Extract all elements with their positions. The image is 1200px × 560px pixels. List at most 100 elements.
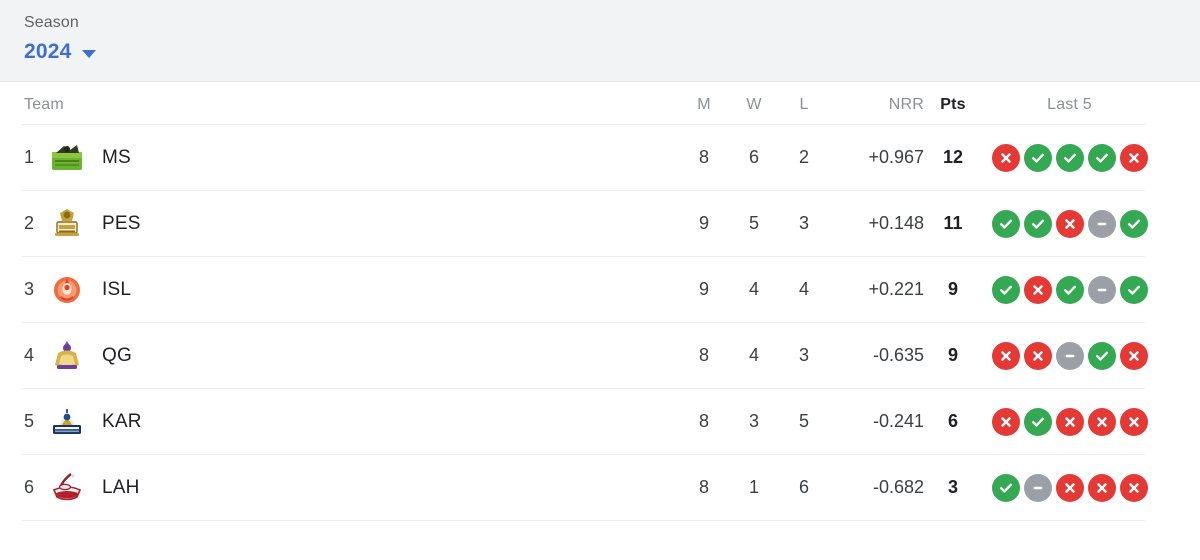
nrr-cell: -0.635 <box>872 345 924 365</box>
team-rank: 1 <box>24 147 35 167</box>
last5-win-icon <box>991 209 1020 238</box>
column-header-nrr: NRR <box>888 96 924 113</box>
losses-cell: 3 <box>798 213 809 233</box>
table-row[interactable]: 4 QG 8 4 3 -0.635 9 <box>0 323 1200 388</box>
column-header-wins: W <box>746 96 762 113</box>
table-row[interactable]: 2 PES 9 5 3 +0.148 11 <box>0 191 1200 256</box>
wins-cell: 3 <box>748 411 759 431</box>
matches-cell: 8 <box>698 345 709 365</box>
team-name: PES <box>102 212 141 234</box>
team-rank: 5 <box>24 411 35 431</box>
points-cell: 12 <box>942 147 964 167</box>
team-name: MS <box>102 146 131 168</box>
matches-cell: 8 <box>698 411 709 431</box>
kar-logo-icon <box>50 405 84 439</box>
last5-loss-icon <box>1087 473 1116 502</box>
last5-loss-icon <box>1055 407 1084 436</box>
row-divider <box>22 520 1145 521</box>
column-header-last5-cell: Last 5 <box>982 96 1157 114</box>
points-cell: 9 <box>947 345 958 365</box>
nrr-cell: -0.682 <box>872 477 924 497</box>
last5-win-icon <box>1055 143 1084 172</box>
last5-no-result-icon <box>1087 275 1116 304</box>
column-header-matches: M <box>697 96 711 113</box>
last5-win-icon <box>991 275 1020 304</box>
column-header-team: Team <box>24 96 64 113</box>
last5-cell <box>982 143 1157 172</box>
last5-win-icon <box>1023 143 1052 172</box>
pes-logo-icon <box>50 207 84 241</box>
wins-cell: 4 <box>748 345 759 365</box>
team-cell: 6 LAH <box>24 471 679 505</box>
last5-loss-icon <box>1023 341 1052 370</box>
nrr-cell: +0.967 <box>868 147 924 167</box>
nrr-cell: -0.241 <box>872 411 924 431</box>
last5-loss-icon <box>1055 473 1084 502</box>
points-cell: 3 <box>947 477 958 497</box>
last5-loss-icon <box>1119 341 1148 370</box>
season-value: 2024 <box>24 40 72 63</box>
column-header-points: Pts <box>940 96 966 113</box>
losses-cell: 5 <box>798 411 809 431</box>
points-cell: 11 <box>943 213 963 233</box>
table-row[interactable]: 6 LAH 8 1 6 -0.682 3 <box>0 455 1200 520</box>
matches-cell: 9 <box>698 279 709 299</box>
column-header-losses: L <box>799 96 809 113</box>
season-dropdown[interactable]: 2024 <box>24 39 96 65</box>
losses-cell: 6 <box>798 477 809 497</box>
table-row[interactable]: 3 ISL 9 4 4 +0.221 9 <box>0 257 1200 322</box>
last5-win-icon <box>1055 275 1084 304</box>
last5-cell <box>982 407 1157 436</box>
wins-cell: 6 <box>748 147 759 167</box>
qg-logo-icon <box>50 339 84 373</box>
wins-cell: 5 <box>748 213 759 233</box>
last5-cell <box>982 275 1157 304</box>
last5-no-result-icon <box>1023 473 1052 502</box>
ms-logo-icon <box>50 141 84 175</box>
last5-loss-icon <box>1055 209 1084 238</box>
last5-win-icon <box>1023 407 1052 436</box>
points-cell: 6 <box>947 411 958 431</box>
nrr-cell: +0.148 <box>868 213 924 233</box>
standings-table: Team M W L NRR Pts Last 5 1 MS 8 6 2 +0.967 12… <box>0 82 1200 521</box>
team-name: QG <box>102 344 132 366</box>
team-cell: 3 ISL <box>24 273 679 307</box>
last5-win-icon <box>1023 209 1052 238</box>
last5-no-result-icon <box>1087 209 1116 238</box>
table-header-row: Team M W L NRR Pts Last 5 <box>0 82 1200 124</box>
isl-logo-icon <box>50 273 84 307</box>
wins-cell: 4 <box>748 279 759 299</box>
losses-cell: 3 <box>798 345 809 365</box>
matches-cell: 8 <box>698 477 709 497</box>
team-cell: 2 PES <box>24 207 679 241</box>
last5-cell <box>982 341 1157 370</box>
last5-cell <box>982 473 1157 502</box>
season-label: Season <box>24 14 79 31</box>
team-rank: 4 <box>24 345 35 365</box>
last5-win-icon <box>1119 209 1148 238</box>
column-header-last5: Last 5 <box>1047 96 1092 113</box>
column-header-team-cell: Team <box>24 96 679 114</box>
table-body: 1 MS 8 6 2 +0.967 12 2 PES 9 5 3 +0.148 11 3 ISL 9 4 4 +0.2… <box>0 125 1200 521</box>
last5-loss-icon <box>991 341 1020 370</box>
lah-logo-icon <box>50 471 84 505</box>
table-row[interactable]: 1 MS 8 6 2 +0.967 12 <box>0 125 1200 190</box>
table-row[interactable]: 5 KAR 8 3 5 -0.241 6 <box>0 389 1200 454</box>
chevron-down-icon <box>81 50 96 58</box>
matches-cell: 8 <box>698 147 709 167</box>
team-cell: 1 MS <box>24 141 679 175</box>
last5-win-icon <box>1087 341 1116 370</box>
team-cell: 4 QG <box>24 339 679 373</box>
team-name: KAR <box>102 410 142 432</box>
last5-loss-icon <box>1087 407 1116 436</box>
season-header-bar: Season 2024 <box>0 0 1200 82</box>
wins-cell: 1 <box>748 477 759 497</box>
last5-loss-icon <box>991 407 1020 436</box>
team-rank: 3 <box>24 279 35 299</box>
team-cell: 5 KAR <box>24 405 679 439</box>
nrr-cell: +0.221 <box>868 279 924 299</box>
last5-loss-icon <box>1119 473 1148 502</box>
last5-loss-icon <box>991 143 1020 172</box>
team-rank: 6 <box>24 477 35 497</box>
team-name: LAH <box>102 476 140 498</box>
